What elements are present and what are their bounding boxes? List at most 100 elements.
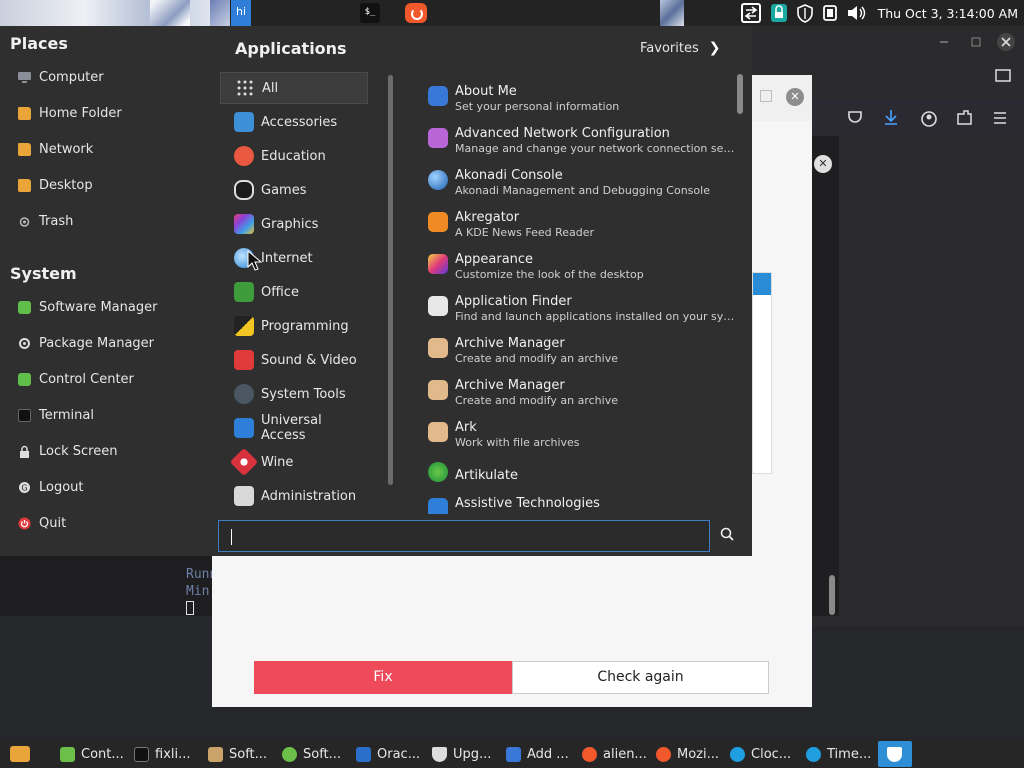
clipboard-icon[interactable] — [822, 4, 838, 22]
scrollbar-thumb[interactable] — [829, 575, 835, 615]
app-application-finder[interactable]: Application Finder Find and launch appli… — [420, 288, 736, 328]
places-item-label: Desktop — [39, 177, 93, 193]
app-akonadi-console[interactable]: Akonadi Console Akonadi Management and D… — [420, 162, 736, 202]
category-programming[interactable]: Programming — [220, 310, 368, 342]
category-graphics[interactable]: Graphics — [220, 208, 368, 240]
places-item-desktop[interactable]: Desktop — [18, 173, 93, 197]
taskbar-software-2[interactable]: Soft... — [282, 743, 341, 765]
taskbar-clock[interactable]: Cloc... — [730, 743, 791, 765]
wallpaper-icon[interactable] — [660, 0, 684, 26]
category-administration[interactable]: Administration — [220, 480, 368, 512]
category-label: Universal Access — [261, 413, 322, 443]
search-icon[interactable] — [720, 527, 734, 541]
taskbar-oracle[interactable]: Orac... — [356, 743, 420, 765]
app-description: Customize the look of the desktop — [455, 268, 644, 281]
app-name: Artikulate — [455, 468, 518, 483]
wine-icon — [229, 447, 259, 477]
system-item-quit[interactable]: Quit — [18, 511, 66, 535]
app-ark[interactable]: Ark Work with file archives — [420, 414, 736, 454]
app-advanced-network-configuration[interactable]: Advanced Network Configuration Manage an… — [420, 120, 736, 160]
app-archive-manager[interactable]: Archive Manager Create and modify an arc… — [420, 330, 736, 370]
category-all[interactable]: All — [220, 72, 368, 104]
programming-icon — [234, 316, 254, 336]
app-description: Work with file archives — [455, 436, 580, 449]
workspace-button[interactable]: hi — [231, 0, 251, 26]
app-description: Find and launch applications installed o… — [455, 310, 735, 323]
dialog-close-icon[interactable]: ✕ — [786, 88, 804, 106]
update-icon[interactable] — [740, 2, 762, 24]
taskbar-files[interactable] — [10, 743, 30, 765]
app-description: Create and modify an archive — [455, 394, 618, 407]
taskbar-time[interactable]: Time... — [806, 743, 871, 765]
places-item-home[interactable]: Home Folder — [18, 101, 122, 125]
category-label: System Tools — [261, 386, 346, 402]
text-caret — [231, 529, 232, 545]
taskbar-alien[interactable]: alien... — [582, 743, 647, 765]
taskbar-terminal[interactable]: fixli... — [134, 743, 191, 765]
check-again-button[interactable]: Check again — [512, 661, 769, 694]
selected-list-row[interactable] — [753, 273, 771, 295]
virtualbox-icon — [356, 746, 371, 762]
taskbar-control-center[interactable]: Cont... — [60, 743, 124, 765]
clock-icon — [730, 746, 745, 762]
app-finder-icon — [428, 296, 448, 316]
maximize-icon[interactable] — [760, 90, 772, 102]
app-name: Application Finder — [455, 294, 572, 309]
wallpaper-thumbnail — [0, 0, 210, 26]
system-item-label: Lock Screen — [39, 443, 118, 459]
app-name: Akregator — [455, 210, 520, 225]
category-label: Programming — [261, 318, 349, 334]
app-archive-manager[interactable]: Archive Manager Create and modify an arc… — [420, 372, 736, 412]
extensions-icon — [957, 110, 972, 125]
places-item-trash[interactable]: Trash — [18, 209, 73, 233]
task-label: Upg... — [453, 746, 492, 762]
hamburger-menu-icon — [994, 112, 1006, 124]
lock-tray-icon[interactable] — [770, 3, 788, 23]
places-item-network[interactable]: Network — [18, 137, 93, 161]
category-system-tools[interactable]: System Tools — [220, 378, 368, 410]
dialog-list[interactable] — [752, 272, 772, 474]
favorites-button[interactable]: Favorites ❯ — [640, 40, 720, 56]
taskbar-upgrade[interactable]: Upg... — [432, 743, 491, 765]
fix-button[interactable]: Fix — [254, 661, 512, 694]
category-wine[interactable]: Wine — [220, 446, 368, 478]
application-scrollbar[interactable] — [737, 74, 743, 114]
firefox-icon[interactable] — [405, 3, 427, 23]
close-icon[interactable]: ✕ — [814, 155, 832, 173]
search-input[interactable] — [218, 520, 710, 552]
category-accessories[interactable]: Accessories — [220, 106, 368, 138]
category-office[interactable]: Office — [220, 276, 368, 308]
system-item-lock-screen[interactable]: Lock Screen — [18, 439, 117, 463]
browser-window-controls[interactable] — [930, 28, 1024, 88]
taskbar-mozilla[interactable]: Mozi... — [656, 743, 719, 765]
system-item-terminal[interactable]: Terminal — [18, 403, 94, 427]
system-item-package-manager[interactable]: Package Manager — [18, 331, 154, 355]
app-description: Akonadi Management and Debugging Console — [455, 184, 710, 197]
clock[interactable]: Thu Oct 3, 3:14:00 AM — [878, 6, 1018, 21]
category-sound-video[interactable]: Sound & Video — [220, 344, 368, 376]
category-games[interactable]: Games — [220, 174, 368, 206]
app-appearance[interactable]: Appearance Customize the look of the des… — [420, 246, 736, 286]
system-item-logout[interactable]: G Logout — [18, 475, 84, 499]
app-assistive-technologies[interactable]: Assistive Technologies — [420, 490, 736, 514]
category-education[interactable]: Education — [220, 140, 368, 172]
wallpaper-thumbnail — [210, 0, 230, 26]
places-item-computer[interactable]: Computer — [18, 65, 104, 89]
terminal-icon — [18, 408, 31, 422]
taskbar-software-1[interactable]: Soft... — [208, 743, 267, 765]
system-item-control-center[interactable]: Control Center — [18, 367, 134, 391]
terminal-icon — [134, 746, 149, 762]
taskbar-add[interactable]: Add ... — [506, 743, 569, 765]
category-internet[interactable]: Internet — [220, 242, 368, 274]
category-scrollbar[interactable] — [388, 75, 393, 485]
app-about-me[interactable]: About Me Set your personal information — [420, 78, 736, 118]
taskbar-security[interactable] — [887, 743, 902, 765]
system-item-software-manager[interactable]: Software Manager — [18, 295, 157, 319]
app-akregator[interactable]: Akregator A KDE News Feed Reader — [420, 204, 736, 244]
volume-icon[interactable] — [846, 4, 866, 22]
artikulate-icon — [428, 462, 448, 482]
category-universal-access[interactable]: Universal Access — [220, 412, 368, 444]
terminal-line: Runn — [186, 567, 212, 582]
shield-icon[interactable] — [796, 3, 814, 23]
terminal-icon[interactable]: $_ — [360, 3, 380, 23]
